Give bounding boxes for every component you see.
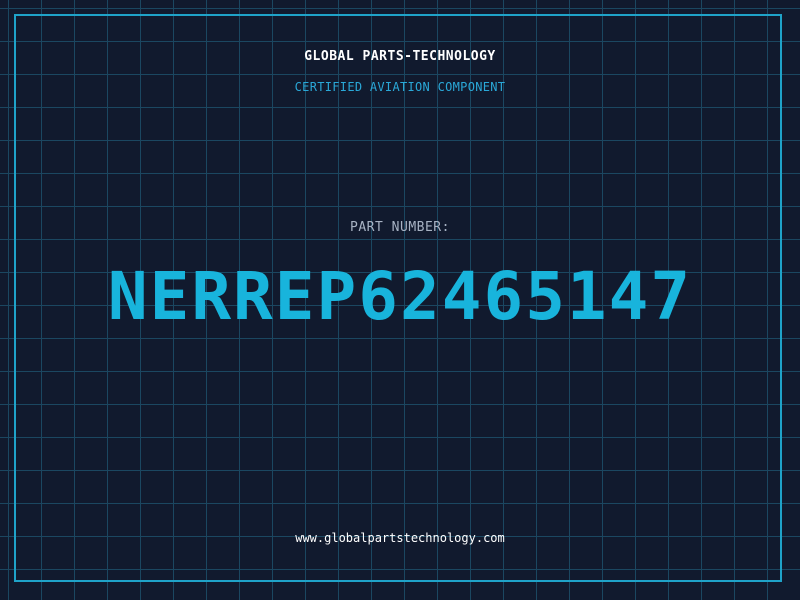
part-number-label: PART NUMBER: [350, 220, 450, 235]
website-url: www.globalpartstechnology.com [295, 531, 505, 545]
part-number-value: NERREP62465147 [107, 258, 693, 335]
certification-subtitle: CERTIFIED AVIATION COMPONENT [294, 80, 506, 94]
company-name: GLOBAL PARTS-TECHNOLOGY [304, 49, 496, 64]
